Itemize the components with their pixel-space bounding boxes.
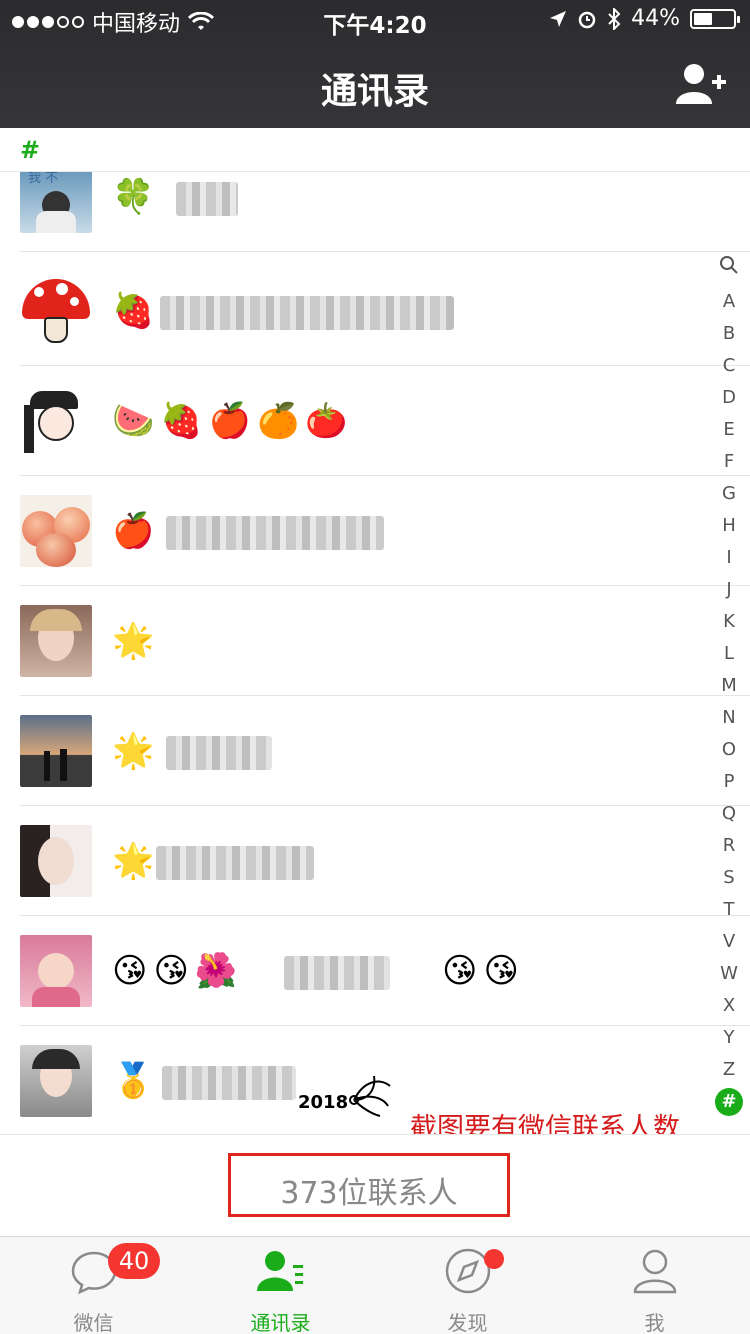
alarm-icon	[578, 11, 596, 28]
blurred-name	[156, 846, 314, 880]
contact-count-footer: 373位联系人	[0, 1134, 750, 1236]
index-letter-k[interactable]: K	[714, 606, 744, 638]
contact-row[interactable]: 😘😘🌺 😘😘	[0, 916, 750, 1026]
avatar	[20, 1045, 92, 1117]
index-letter-g[interactable]: G	[714, 478, 744, 510]
index-letter-b[interactable]: B	[714, 318, 744, 350]
index-letter-x[interactable]: X	[714, 990, 744, 1022]
contact-emoji: 🌟	[112, 621, 161, 661]
index-letter-h[interactable]: H	[714, 510, 744, 542]
contact-tag: 2018	[298, 1092, 349, 1113]
tab-bar: 40 微信 通讯录 发现 我	[0, 1236, 750, 1334]
index-letter-d[interactable]: D	[714, 382, 744, 414]
section-header-label: #	[20, 136, 41, 164]
contact-emoji: 🍓	[112, 291, 161, 331]
index-letter-r[interactable]: R	[714, 830, 744, 862]
index-letter-hash[interactable]: #	[715, 1088, 743, 1116]
index-letter-s[interactable]: S	[714, 862, 744, 894]
avatar	[20, 495, 92, 567]
contact-emoji: 🥇	[112, 1061, 161, 1101]
avatar	[20, 385, 92, 457]
add-contact-icon[interactable]	[676, 62, 728, 106]
avatar	[20, 715, 92, 787]
blurred-name	[284, 956, 390, 990]
avatar	[20, 605, 92, 677]
contact-row[interactable]: 🌟	[0, 806, 750, 916]
bluetooth-icon	[608, 7, 621, 30]
tab-me[interactable]: 我	[561, 1237, 748, 1334]
avatar	[20, 275, 92, 347]
avatar	[20, 935, 92, 1007]
index-letter-j[interactable]: J	[714, 574, 744, 606]
index-letter-n[interactable]: N	[714, 702, 744, 734]
tab-label: 通讯录	[250, 1311, 311, 1334]
blurred-name	[176, 182, 238, 216]
contact-emoji: 🌟	[112, 731, 161, 771]
contact-emoji: 🌟	[112, 841, 161, 881]
alphabet-index[interactable]: A B C D E F G H I J K L M N O P Q R S T V W X Y Z #	[714, 254, 744, 1116]
top-bar: 中国移动 下午4:20 44% 通讯录	[0, 0, 750, 128]
index-letter-i[interactable]: I	[714, 542, 744, 574]
index-letter-c[interactable]: C	[714, 350, 744, 382]
avatar	[20, 825, 92, 897]
contacts-icon	[257, 1251, 303, 1291]
battery-percent: 44%	[631, 6, 680, 31]
contact-emoji: 🍀	[112, 177, 161, 217]
index-letter-a[interactable]: A	[714, 286, 744, 318]
contact-row[interactable]: 🍓	[0, 256, 750, 366]
tab-label: 我	[644, 1311, 665, 1334]
battery-icon	[690, 8, 740, 29]
index-letter-y[interactable]: Y	[714, 1022, 744, 1054]
index-letter-t[interactable]: T	[714, 894, 744, 926]
tab-label: 发现	[447, 1311, 488, 1334]
index-letter-o[interactable]: O	[714, 734, 744, 766]
tab-label: 微信	[73, 1311, 114, 1334]
index-letter-v[interactable]: V	[714, 926, 744, 958]
contact-row[interactable]: 🍉🍓🍎🍊🍅	[0, 366, 750, 476]
contact-emoji: 🍎	[112, 511, 161, 551]
blurred-name	[162, 1066, 296, 1100]
index-letter-p[interactable]: P	[714, 766, 744, 798]
contact-emoji-trailing: 😘😘	[442, 951, 525, 991]
index-letter-z[interactable]: Z	[714, 1054, 744, 1086]
unread-badge: 40	[108, 1243, 160, 1279]
contact-count: 373位联系人	[280, 1176, 458, 1211]
avatar-caption: 我 不	[28, 172, 59, 186]
index-letter-m[interactable]: M	[714, 670, 744, 702]
profile-icon	[633, 1249, 677, 1294]
page-title: 通讯录	[320, 71, 429, 112]
index-letter-f[interactable]: F	[714, 446, 744, 478]
tab-chats[interactable]: 40 微信	[0, 1237, 187, 1334]
notification-dot	[484, 1249, 504, 1269]
index-letter-q[interactable]: Q	[714, 798, 744, 830]
index-letter-w[interactable]: W	[714, 958, 744, 990]
index-letter-l[interactable]: L	[714, 638, 744, 670]
blurred-name	[166, 736, 272, 770]
contact-row[interactable]: 🍎	[0, 476, 750, 586]
contact-row[interactable]: 🌟	[0, 696, 750, 806]
index-letter-e[interactable]: E	[714, 414, 744, 446]
search-icon[interactable]	[714, 254, 744, 286]
avatar: 我 不	[20, 172, 92, 233]
blurred-name	[160, 296, 454, 330]
section-header: #	[0, 128, 750, 172]
contact-list[interactable]: 我 不 🍀 🍓 🍉🍓🍎🍊🍅 🍎 🌟 🌟 🌟 😘😘🌺 😘😘 🥇 2018	[0, 172, 750, 1134]
contact-emoji: 😘😘🌺	[112, 951, 244, 991]
location-icon	[550, 10, 567, 27]
contact-emoji: 🍉🍓🍎🍊🍅	[112, 401, 354, 441]
contact-row[interactable]: 我 不 🍀	[0, 172, 750, 252]
tab-contacts[interactable]: 通讯录	[187, 1237, 374, 1334]
contact-row[interactable]: 🌟	[0, 586, 750, 696]
tab-discover[interactable]: 发现	[374, 1237, 561, 1334]
blurred-name	[166, 516, 384, 550]
highlight-box: 373位联系人	[228, 1153, 510, 1217]
status-bar: 中国移动 下午4:20 44%	[0, 0, 750, 40]
firework-icon	[349, 1075, 391, 1117]
